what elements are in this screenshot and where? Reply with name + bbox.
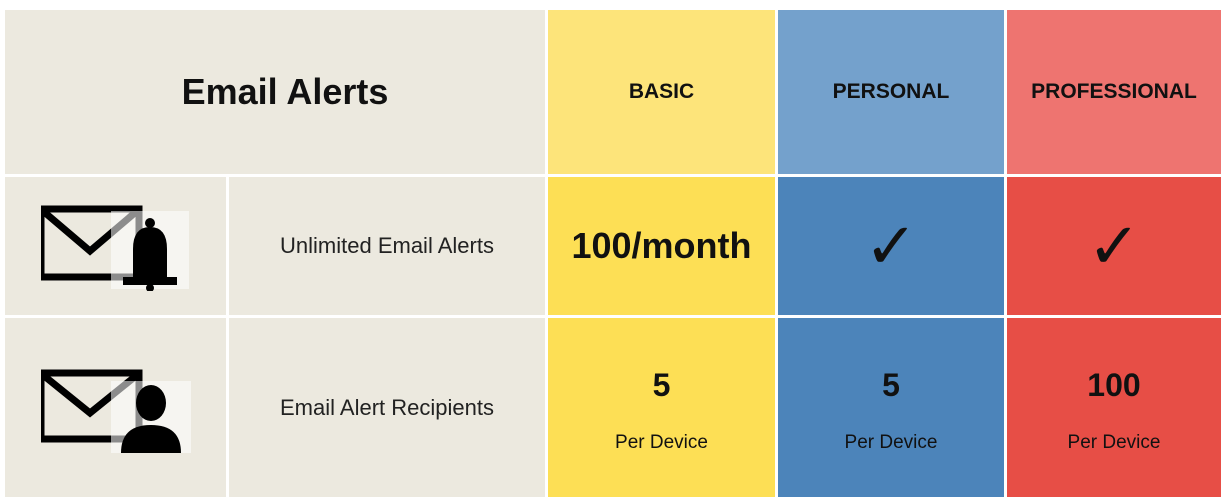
professional-value-cell: ✓ (1007, 177, 1221, 315)
basic-alerts-limit: 100/month (571, 225, 752, 266)
basic-recipients-count: 5 (652, 367, 671, 403)
plan-name-personal: PERSONAL (832, 80, 950, 103)
feature-label-unlimited-alerts: Unlimited Email Alerts (280, 233, 494, 258)
plan-name-professional: PROFESSIONAL (1031, 80, 1197, 103)
plan-header-personal: PERSONAL (778, 10, 1004, 174)
basic-value-cell: 100/month (548, 177, 775, 315)
basic-recipients-unit: Per Device (615, 432, 708, 453)
checkmark-icon: ✓ (1087, 210, 1141, 282)
professional-recipients-unit: Per Device (1067, 432, 1161, 453)
personal-value-cell: 5 Per Device (778, 318, 1004, 497)
envelope-person-icon (37, 363, 191, 453)
pricing-comparison-table: Email Alerts BASIC PERSONAL PROFESSIONAL… (0, 0, 1226, 500)
personal-recipients-count: 5 (882, 367, 900, 403)
envelope-bell-icon (37, 201, 191, 292)
feature-icon-cell-unlimited-alerts (5, 177, 226, 315)
plan-header-basic: BASIC (548, 10, 775, 174)
feature-group-title: Email Alerts (181, 71, 389, 112)
feature-label-cell: Email Alert Recipients (229, 318, 545, 497)
basic-value-cell: 5 Per Device (548, 318, 775, 497)
professional-value-cell: 100 Per Device (1007, 318, 1221, 497)
personal-recipients-unit: Per Device (844, 432, 938, 453)
professional-recipients-count: 100 (1087, 367, 1141, 403)
feature-icon-cell-recipients (5, 318, 226, 497)
checkmark-icon: ✓ (864, 210, 918, 282)
feature-group-title-cell: Email Alerts (5, 10, 545, 174)
plan-name-basic: BASIC (628, 80, 695, 103)
feature-label-recipients: Email Alert Recipients (280, 394, 494, 420)
feature-label-cell: Unlimited Email Alerts (229, 177, 545, 315)
plan-header-professional: PROFESSIONAL (1007, 10, 1221, 174)
personal-value-cell: ✓ (778, 177, 1004, 315)
